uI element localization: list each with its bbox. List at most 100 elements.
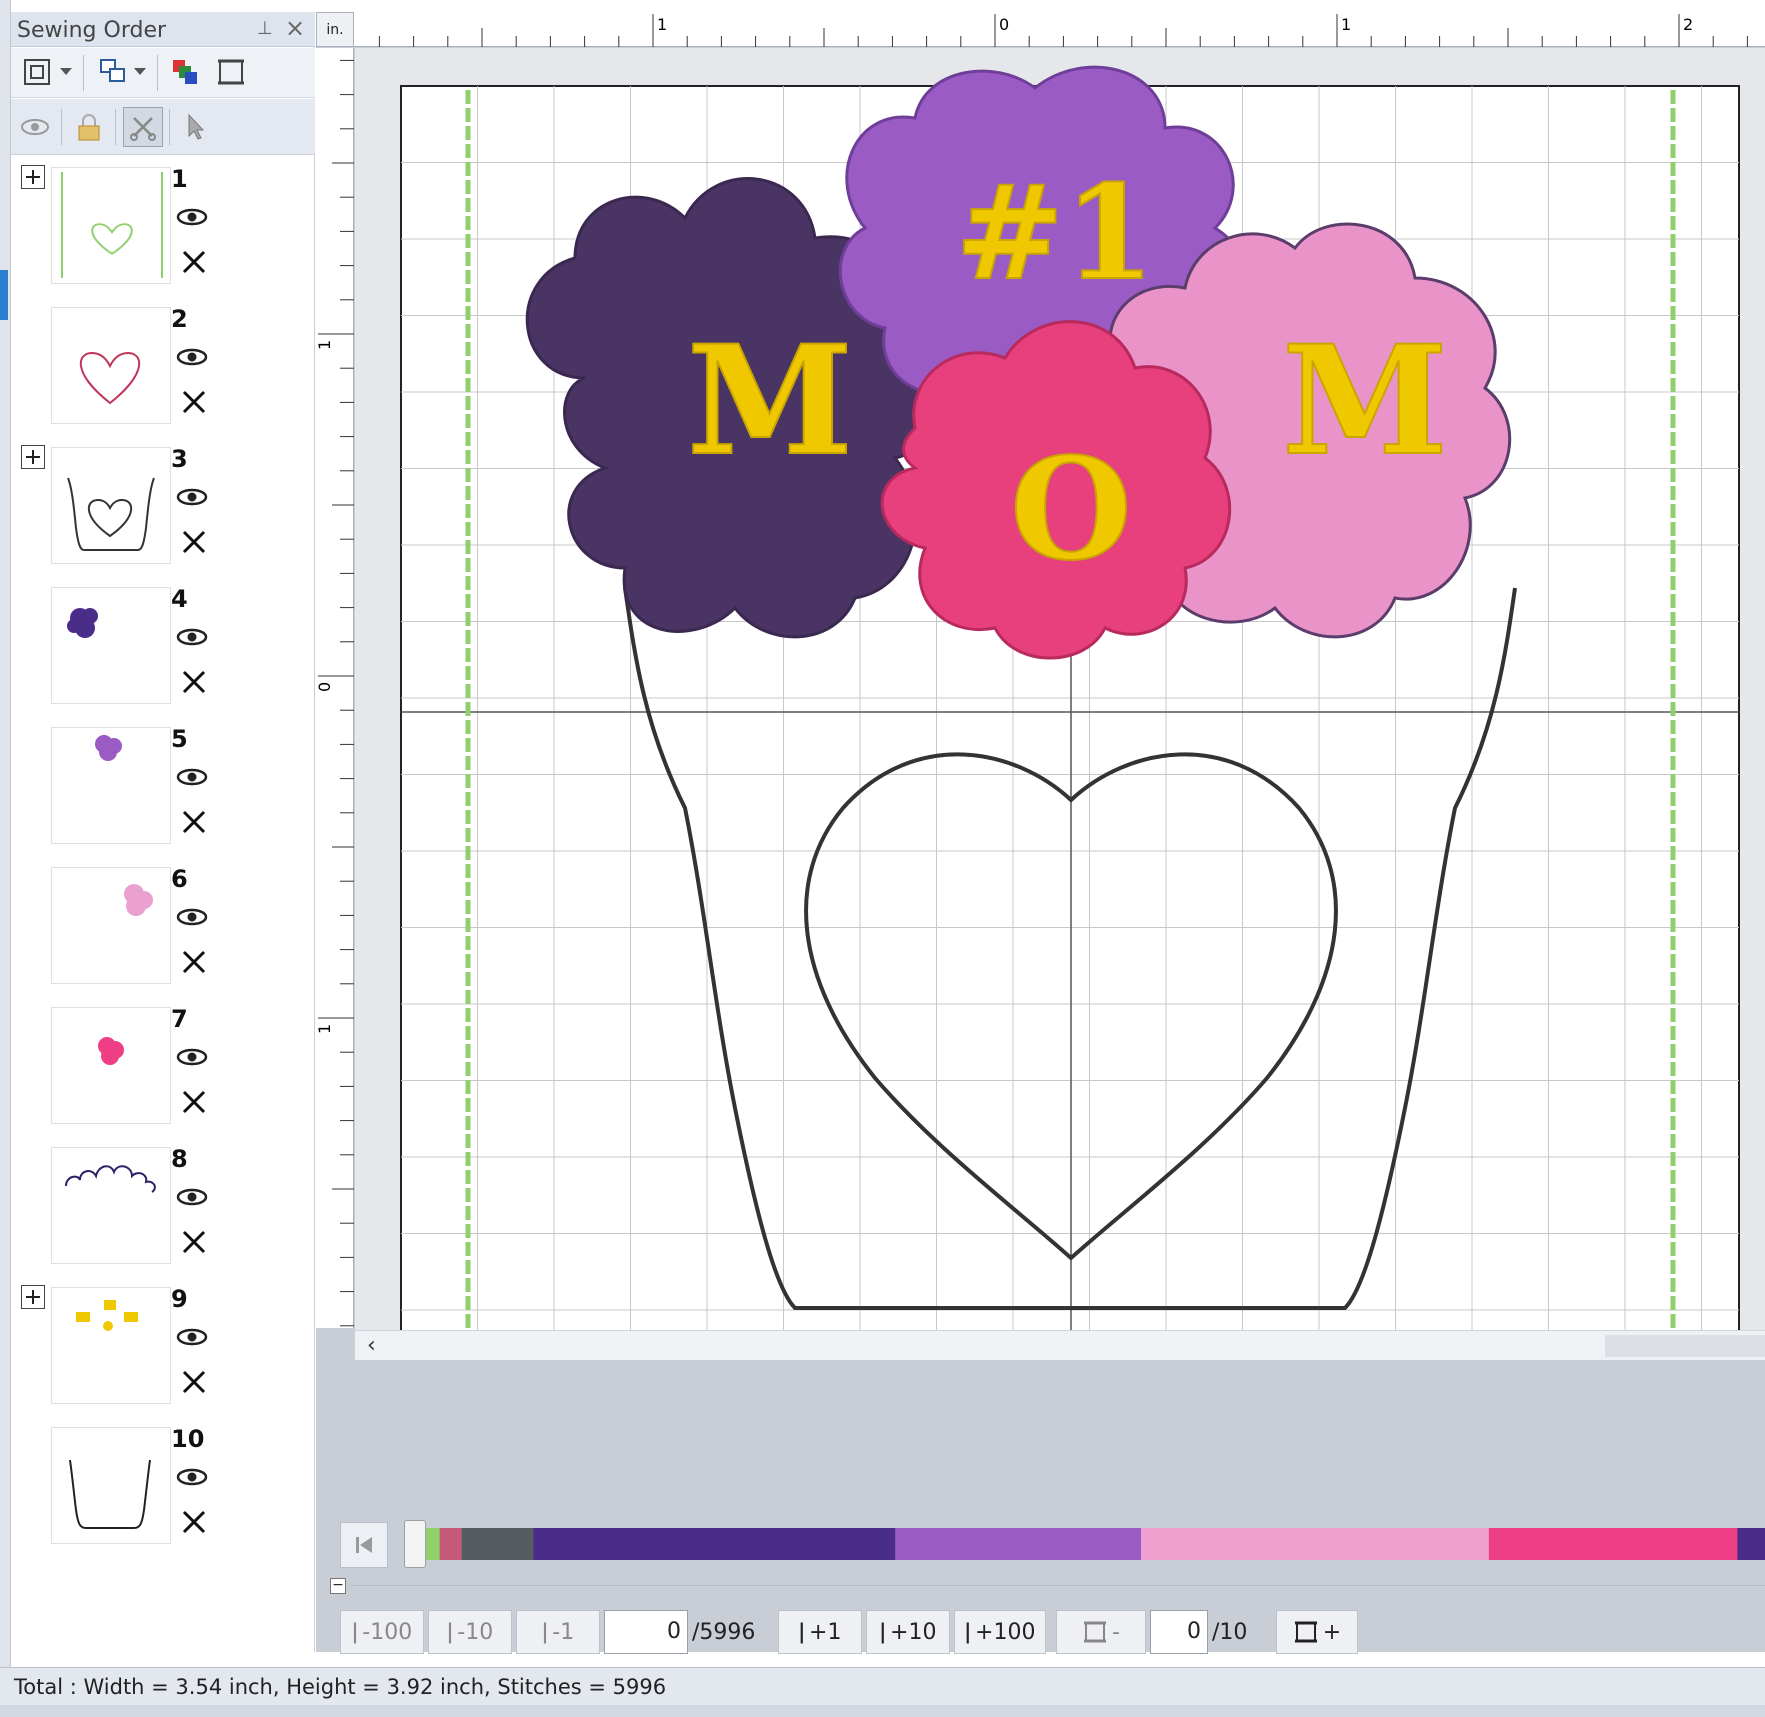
list-item[interactable]: 10 [11, 1417, 315, 1557]
color-order-button[interactable] [165, 52, 205, 92]
scroll-left-icon[interactable]: ‹ [367, 1333, 376, 1358]
color-plus-button[interactable]: + [1276, 1610, 1358, 1654]
needle-icon: ǀ [351, 1619, 359, 1645]
eye-icon[interactable] [176, 907, 208, 927]
scissors-icon[interactable] [181, 389, 207, 415]
fit-view-dropdown[interactable] [55, 52, 77, 92]
item-number: 3 [171, 445, 188, 473]
fit-view-button[interactable] [17, 52, 57, 92]
horizontal-scrollbar[interactable]: ‹ [355, 1330, 1765, 1360]
sewing-order-panel: Sewing Order ⊥ × 1 2 3 4 5 6 7 8 9 10 [11, 12, 315, 1652]
minus-10-button[interactable]: ǀ -10 [428, 1610, 512, 1654]
list-item[interactable]: 6 [11, 857, 315, 997]
eye-icon[interactable] [176, 1187, 208, 1207]
list-item[interactable]: 5 [11, 717, 315, 857]
eye-icon[interactable] [176, 1327, 208, 1347]
scissors-icon[interactable] [181, 1229, 207, 1255]
color-sequence-bar[interactable] [412, 1528, 1765, 1560]
scissors-icon[interactable] [181, 249, 207, 275]
scissors-icon[interactable] [181, 1089, 207, 1115]
color-minus-button[interactable]: - [1056, 1610, 1146, 1654]
ruler-unit[interactable]: in. [316, 12, 354, 47]
scissors-icon[interactable] [181, 529, 207, 555]
thumbnail [51, 587, 171, 704]
ruler-label: 1 [1341, 15, 1351, 34]
color-order-icon [173, 60, 197, 84]
eye-icon[interactable] [176, 1467, 208, 1487]
chevron-down-icon [60, 68, 72, 75]
eye-icon[interactable] [176, 347, 208, 367]
design-text-m-left: M [687, 313, 853, 489]
close-icon[interactable]: × [285, 14, 305, 42]
color-segment-5 [895, 1528, 1142, 1560]
visibility-toggle-button[interactable] [15, 107, 55, 147]
color-number-input[interactable]: 0 [1150, 1610, 1208, 1654]
minus-100-button[interactable]: ǀ -100 [340, 1610, 424, 1654]
item-number: 6 [171, 865, 188, 893]
needle-icon: ǀ [798, 1619, 806, 1645]
side-tab[interactable] [0, 270, 8, 320]
collapse-icon[interactable]: − [330, 1578, 346, 1594]
expand-icon[interactable] [21, 165, 45, 189]
scissors-icon[interactable] [181, 1369, 207, 1395]
hoop-button[interactable] [211, 52, 251, 92]
color-segment-8 [1737, 1528, 1765, 1560]
hoop-icon [1294, 1621, 1317, 1643]
color-segment-3 [461, 1528, 534, 1560]
plus-10-button[interactable]: ǀ +10 [866, 1610, 950, 1654]
ruler-label: 1 [657, 15, 667, 34]
thumbnail [51, 1287, 171, 1404]
stitch-controls: ǀ -100 ǀ -10 ǀ -1 0 /5996 ǀ +1 ǀ +10 ǀ +100 - … [316, 1600, 1765, 1660]
pin-icon[interactable]: ⊥ [257, 18, 273, 39]
scissors-icon[interactable] [181, 1509, 207, 1535]
list-item[interactable]: 4 [11, 577, 315, 717]
item-number: 5 [171, 725, 188, 753]
list-item[interactable]: 7 [11, 997, 315, 1137]
select-button[interactable] [175, 107, 215, 147]
eye-icon[interactable] [176, 767, 208, 787]
list-item[interactable]: 3 [11, 437, 315, 577]
item-number: 7 [171, 1005, 188, 1033]
thumbnail [51, 867, 171, 984]
thumbnail [51, 727, 171, 844]
group-button[interactable] [93, 52, 133, 92]
eye-icon[interactable] [176, 627, 208, 647]
minus-1-button[interactable]: ǀ -1 [516, 1610, 600, 1654]
go-to-start-button[interactable] [340, 1522, 388, 1568]
eye-icon[interactable] [176, 207, 208, 227]
eye-icon[interactable] [176, 1047, 208, 1067]
scrollbar-thumb[interactable] [1605, 1335, 1765, 1357]
design-canvas[interactable]: #1 M O M [355, 48, 1765, 1425]
thumbnail [51, 1007, 171, 1124]
thumbnail [51, 1427, 171, 1544]
eye-icon[interactable] [176, 487, 208, 507]
group-dropdown[interactable] [129, 52, 151, 92]
stitch-slider-knob[interactable] [404, 1520, 426, 1568]
expand-icon[interactable] [21, 445, 45, 469]
color-segment-7 [1488, 1528, 1738, 1560]
scissors-icon[interactable] [181, 669, 207, 695]
design-workspace: in. 21012 101 [315, 12, 1765, 1652]
lock-button[interactable] [69, 107, 109, 147]
scissors-icon[interactable] [181, 949, 207, 975]
needle-icon: ǀ [964, 1619, 972, 1645]
expand-icon[interactable] [21, 1285, 45, 1309]
scissors-icon [130, 117, 156, 141]
item-number: 1 [171, 165, 188, 193]
stitch-number-input[interactable]: 0 [604, 1610, 688, 1654]
ruler-label: 0 [316, 682, 334, 692]
sew-toggle-button[interactable] [123, 107, 163, 147]
plus-1-button[interactable]: ǀ +1 [778, 1610, 862, 1654]
scissors-icon[interactable] [181, 809, 207, 835]
ruler-label: 0 [999, 15, 1009, 34]
color-segment-6 [1140, 1528, 1490, 1560]
horizontal-ruler: 21012 [315, 12, 1765, 47]
lock-icon [78, 114, 100, 141]
list-item[interactable]: 2 [11, 297, 315, 437]
list-item[interactable]: 9 [11, 1277, 315, 1417]
list-item[interactable]: 8 [11, 1137, 315, 1277]
group-icon [100, 59, 125, 82]
list-item[interactable]: 1 [11, 157, 315, 297]
panel-title: Sewing Order [17, 18, 167, 43]
plus-100-button[interactable]: ǀ +100 [954, 1610, 1046, 1654]
